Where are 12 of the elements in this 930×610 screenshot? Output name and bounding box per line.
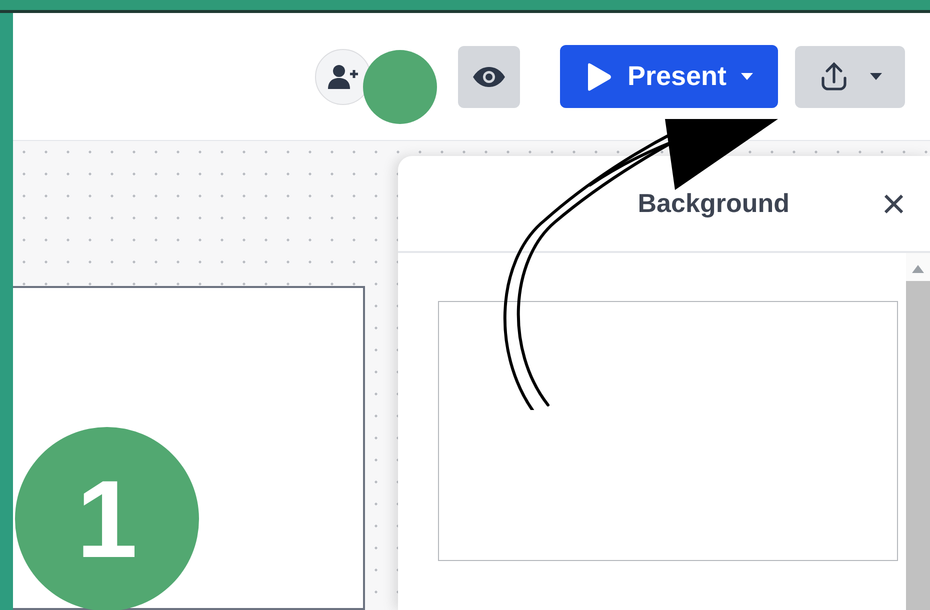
caret-icon — [740, 73, 753, 80]
add-user-icon — [328, 64, 358, 90]
share-button[interactable] — [795, 46, 905, 108]
close-button[interactable]: × — [881, 182, 906, 224]
panel-title: Background — [638, 188, 790, 219]
present-button[interactable]: Present — [560, 45, 778, 108]
scrollbar[interactable] — [906, 253, 930, 610]
eye-icon — [472, 66, 506, 88]
play-icon — [585, 60, 614, 92]
caret-icon — [870, 73, 882, 80]
scroll-up-icon — [912, 265, 924, 273]
preview-button[interactable] — [458, 46, 520, 108]
